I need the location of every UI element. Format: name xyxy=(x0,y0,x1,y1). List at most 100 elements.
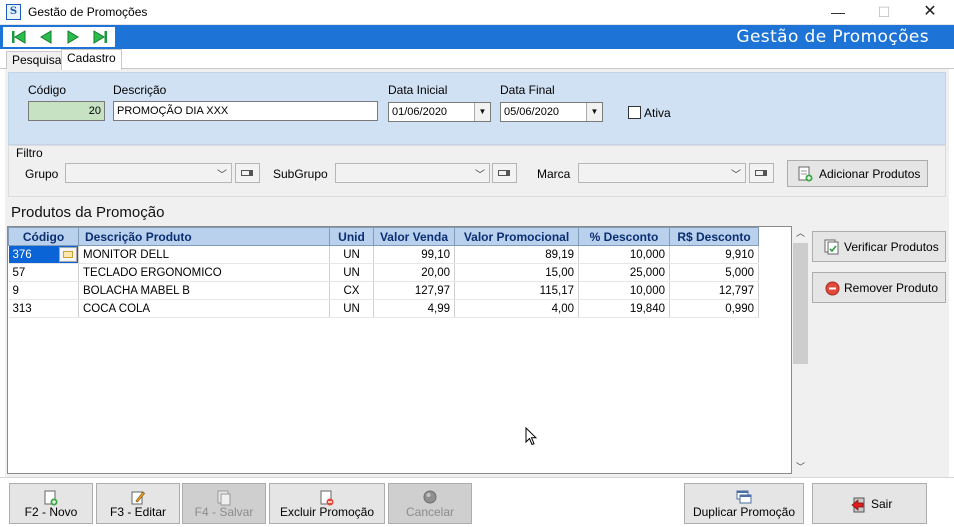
table-row[interactable]: 376 MONITOR DELL UN 99,10 89,19 10,000 9… xyxy=(8,245,759,264)
table-header-row: Código Descrição Produto Unid Valor Vend… xyxy=(8,227,759,246)
cell-descricao[interactable]: MONITOR DELL xyxy=(78,245,330,264)
page-title: Gestão de Promoções xyxy=(736,27,929,47)
cell-pct-desconto[interactable]: 25,000 xyxy=(578,263,670,282)
tab-cadastro[interactable]: Cadastro xyxy=(61,49,122,70)
cell-descricao[interactable]: BOLACHA MABEL B xyxy=(78,281,330,300)
cell-unid[interactable]: CX xyxy=(329,281,374,300)
products-grid[interactable]: Código Descrição Produto Unid Valor Vend… xyxy=(7,226,792,474)
novo-button[interactable]: F2 - Novo xyxy=(9,483,93,524)
data-final-picker[interactable]: 05/06/2020 ▼ xyxy=(500,102,603,122)
table-row[interactable]: 9 BOLACHA MABEL B CX 127,97 115,17 10,00… xyxy=(8,281,759,300)
novo-label: F2 - Novo xyxy=(24,505,78,519)
subgrupo-lookup-button[interactable] xyxy=(492,163,517,183)
cell-pct-desconto[interactable]: 19,840 xyxy=(578,299,670,318)
cell-unid[interactable]: UN xyxy=(329,245,374,264)
cell-valor-venda[interactable]: 99,10 xyxy=(373,245,455,264)
cell-unid[interactable]: UN xyxy=(329,263,374,282)
subgrupo-select[interactable]: ﹀ xyxy=(335,163,490,183)
column-header-rs-desconto[interactable]: R$ Desconto xyxy=(669,227,759,246)
data-inicial-picker[interactable]: 01/06/2020 ▼ xyxy=(388,102,491,122)
cell-unid[interactable]: UN xyxy=(329,299,374,318)
column-header-pct-desconto[interactable]: % Desconto xyxy=(578,227,670,246)
table-row[interactable]: 313 COCA COLA UN 4,99 4,00 19,840 0,990 xyxy=(8,299,759,318)
close-button[interactable]: ✕ xyxy=(907,2,953,22)
cell-valor-venda[interactable]: 4,99 xyxy=(373,299,455,318)
check-documents-icon xyxy=(824,239,839,255)
scroll-down-icon[interactable]: ﹀ xyxy=(792,460,809,474)
cell-rs-desconto[interactable]: 0,990 xyxy=(669,299,759,318)
cell-codigo[interactable]: 57 xyxy=(8,263,79,282)
cell-valor-venda[interactable]: 127,97 xyxy=(373,281,455,300)
cell-pct-desconto[interactable]: 10,000 xyxy=(578,245,670,264)
cancelar-label: Cancelar xyxy=(405,505,455,519)
sair-label: Sair xyxy=(871,497,893,511)
ativa-checkbox[interactable] xyxy=(628,106,641,119)
grid-vertical-scrollbar[interactable]: ︿ ﹀ xyxy=(792,226,809,474)
cell-rs-desconto[interactable]: 5,000 xyxy=(669,263,759,282)
minimize-button[interactable]: — xyxy=(815,2,861,22)
editar-label: F3 - Editar xyxy=(109,505,166,519)
editar-button[interactable]: F3 - Editar xyxy=(96,483,180,524)
section-title: Produtos da Promoção xyxy=(11,204,165,221)
column-header-valor-venda[interactable]: Valor Venda xyxy=(373,227,455,246)
promotion-header-panel: Código 20 Descrição PROMOÇÃO DIA XXX Dat… xyxy=(8,72,946,145)
cell-descricao[interactable]: TECLADO ERGONOMICO xyxy=(78,263,330,282)
data-inicial-value: 01/06/2020 xyxy=(392,106,448,118)
cell-codigo[interactable]: 376 xyxy=(8,245,79,264)
cell-pct-desconto[interactable]: 10,000 xyxy=(578,281,670,300)
cell-descricao[interactable]: COCA COLA xyxy=(78,299,330,318)
remover-produto-button[interactable]: Remover Produto xyxy=(812,272,946,303)
column-header-valor-promocional[interactable]: Valor Promocional xyxy=(454,227,579,246)
first-record-button[interactable] xyxy=(5,27,32,47)
grupo-lookup-button[interactable] xyxy=(235,163,260,183)
lookup-icon xyxy=(498,170,510,176)
app-icon: S xyxy=(6,4,21,20)
chevron-down-icon[interactable]: ▼ xyxy=(474,103,490,121)
grupo-select[interactable]: ﹀ xyxy=(65,163,232,183)
marca-lookup-button[interactable] xyxy=(749,163,774,183)
maximize-button[interactable]: ☐ xyxy=(861,2,907,22)
exit-door-icon xyxy=(851,497,865,513)
cell-valor-promocional[interactable]: 115,17 xyxy=(454,281,579,300)
column-header-codigo[interactable]: Código xyxy=(8,227,79,246)
column-header-unid[interactable]: Unid xyxy=(329,227,374,246)
tab-pesquisa[interactable]: Pesquisa xyxy=(6,51,68,69)
marca-select[interactable]: ﹀ xyxy=(578,163,746,183)
cell-valor-promocional[interactable]: 89,19 xyxy=(454,245,579,264)
cell-codigo[interactable]: 313 xyxy=(8,299,79,318)
last-record-icon xyxy=(93,30,107,44)
cell-codigo-value: 376 xyxy=(12,248,32,261)
verificar-produtos-button[interactable]: Verificar Produtos xyxy=(812,231,946,262)
next-record-button[interactable] xyxy=(59,27,86,47)
folder-icon xyxy=(63,251,73,258)
cell-rs-desconto[interactable]: 9,910 xyxy=(669,245,759,264)
column-header-descricao[interactable]: Descrição Produto xyxy=(78,227,330,246)
duplicate-window-icon xyxy=(736,490,752,504)
cell-editor-button[interactable] xyxy=(59,247,77,262)
adicionar-produtos-button[interactable]: Adicionar Produtos xyxy=(787,160,928,187)
scroll-up-icon[interactable]: ︿ xyxy=(792,226,809,240)
cell-codigo[interactable]: 9 xyxy=(8,281,79,300)
scroll-thumb[interactable] xyxy=(793,243,808,364)
products-table: Código Descrição Produto Unid Valor Vend… xyxy=(8,227,759,318)
chevron-down-icon[interactable]: ▼ xyxy=(586,103,602,121)
chevron-down-icon: ﹀ xyxy=(731,170,741,181)
window-titlebar: S Gestão de Promoções — ☐ ✕ xyxy=(0,0,954,25)
salvar-button[interactable]: F4 - Salvar xyxy=(182,483,266,524)
table-row[interactable]: 57 TECLADO ERGONOMICO UN 20,00 15,00 25,… xyxy=(8,263,759,282)
filter-panel: Filtro Grupo ﹀ SubGrupo ﹀ Marca ﹀ Adicio… xyxy=(8,145,946,197)
cell-valor-promocional[interactable]: 15,00 xyxy=(454,263,579,282)
descricao-field[interactable]: PROMOÇÃO DIA XXX xyxy=(113,101,378,121)
duplicar-promocao-button[interactable]: Duplicar Promoção xyxy=(684,483,804,524)
excluir-promocao-button[interactable]: Excluir Promoção xyxy=(269,483,385,524)
cancelar-button[interactable]: Cancelar xyxy=(388,483,472,524)
previous-record-button[interactable] xyxy=(32,27,59,47)
cell-valor-venda[interactable]: 20,00 xyxy=(373,263,455,282)
cancel-icon xyxy=(423,490,437,504)
cell-rs-desconto[interactable]: 12,797 xyxy=(669,281,759,300)
filtro-title: Filtro xyxy=(16,146,43,160)
sair-button[interactable]: Sair xyxy=(812,483,927,524)
cell-valor-promocional[interactable]: 4,00 xyxy=(454,299,579,318)
last-record-button[interactable] xyxy=(86,27,113,47)
codigo-field[interactable]: 20 xyxy=(28,101,105,121)
